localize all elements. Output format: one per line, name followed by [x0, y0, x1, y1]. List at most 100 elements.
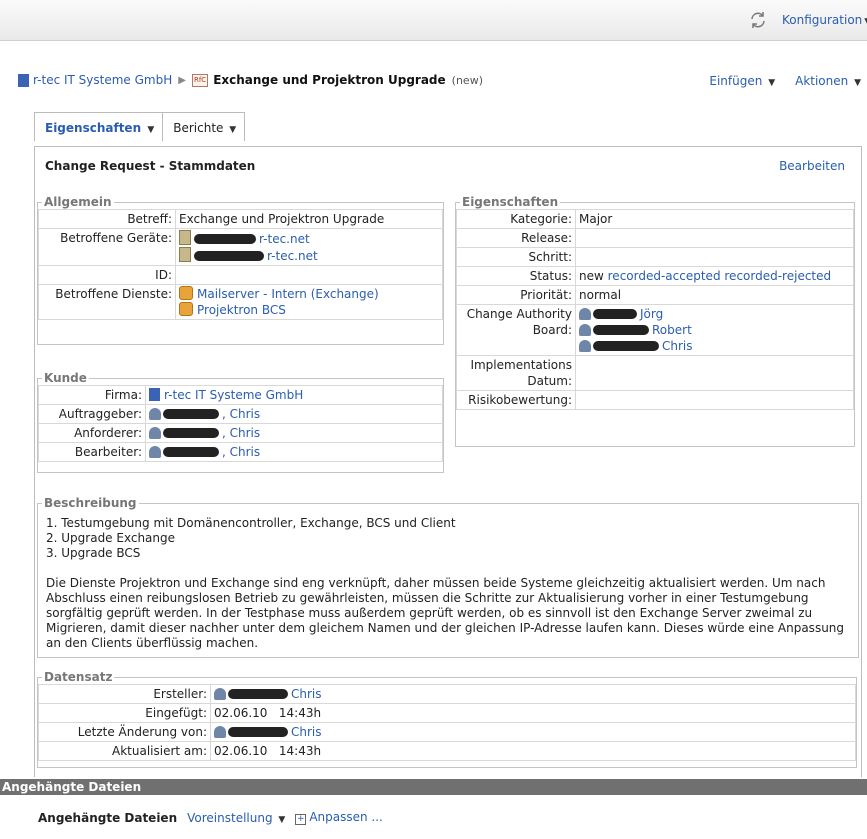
customize-button[interactable]: + Anpassen ... — [295, 810, 383, 825]
list-item: 3. Upgrade BCS — [46, 546, 141, 560]
table-row: Change Authority Board: Jörg Robert Chri… — [456, 304, 854, 356]
table-row: Anforderer: , Chris — [38, 423, 443, 443]
chevron-down-icon: ▼ — [768, 78, 776, 88]
device-link[interactable]: r-tec.net — [267, 249, 318, 263]
table-row: ID: — [38, 265, 443, 285]
table-row: Eingefügt: 02.06.10 14:43h — [38, 703, 856, 723]
rfc-icon: RfC — [191, 73, 209, 87]
person-link[interactable]: , Chris — [222, 426, 260, 440]
firma-label: Firma: — [38, 385, 146, 405]
person-link[interactable]: , Chris — [222, 445, 260, 459]
list-item: 2. Upgrade Exchange — [46, 531, 176, 545]
eigenschaften-section: Eigenschaften Kategorie: Major Release: … — [455, 195, 855, 447]
anforderer-label: Anforderer: — [38, 423, 146, 443]
schritt-value — [575, 247, 854, 267]
prioritaet-value: normal — [575, 285, 854, 305]
firma-link[interactable]: r-tec IT Systeme GmbH — [164, 388, 303, 402]
chevron-down-icon: ▼ — [147, 125, 155, 135]
table-row: Kategorie: Major — [456, 209, 854, 229]
release-value — [575, 228, 854, 248]
tab-eigenschaften[interactable]: Eigenschaften ▼ — [34, 112, 164, 141]
attachments-toolbar: Angehängte Dateien Voreinstellung ▼ + Anp… — [38, 810, 383, 825]
letzte-label: Letzte Änderung von: — [38, 722, 211, 742]
redacted-name — [163, 447, 219, 457]
actions-menu[interactable]: Aktionen ▼ — [795, 74, 861, 88]
person-link[interactable]: Chris — [291, 687, 322, 701]
redacted-name — [163, 409, 219, 419]
redacted-name — [194, 234, 256, 244]
bearbeiter-label: Bearbeiter: — [38, 442, 146, 462]
stammdaten-panel: Change Request - Stammdaten Bearbeiten A… — [34, 146, 862, 777]
id-label: ID: — [38, 265, 176, 285]
konfiguration-menu[interactable]: Konfiguration▼ — [782, 13, 867, 27]
risiko-label: Risikobewertung: — [456, 390, 576, 410]
list-item: 1. Testumgebung mit Domänencontroller, E… — [46, 516, 456, 530]
device-icon — [179, 230, 191, 245]
eigenschaften-legend: Eigenschaften — [462, 195, 559, 209]
breadcrumb-separator-icon: ▶ — [178, 74, 186, 86]
person-link[interactable]: Chris — [662, 339, 693, 353]
aktualisiert-label: Aktualisiert am: — [38, 741, 211, 761]
table-row: Risikobewertung: — [456, 390, 854, 410]
service-icon — [179, 286, 193, 300]
breadcrumb: r-tec IT Systeme GmbH ▶ RfC Exchange und… — [18, 70, 483, 90]
preset-menu[interactable]: Voreinstellung ▼ — [187, 811, 285, 825]
chevron-down-icon: ▼ — [229, 125, 237, 135]
insert-menu[interactable]: Einfügen ▼ — [709, 74, 775, 88]
datensatz-section: Datensatz Ersteller: Chris Eingefügt: 02… — [37, 670, 857, 768]
device-link[interactable]: r-tec.net — [259, 232, 310, 246]
person-icon — [149, 446, 161, 458]
refresh-icon[interactable] — [748, 10, 768, 30]
table-row: Status: new recorded-accepted recorded-r… — [456, 266, 854, 286]
chevron-down-icon: ▼ — [278, 814, 286, 825]
tab-berichte[interactable]: Berichte ▼ — [163, 112, 246, 141]
table-row: Letzte Änderung von: Chris — [38, 722, 856, 742]
redacted-name — [163, 428, 219, 438]
person-icon — [214, 688, 226, 700]
table-row: Auftraggeber: , Chris — [38, 404, 443, 424]
table-row: Priorität: normal — [456, 285, 854, 305]
description-paragraph: Die Dienste Projektron und Exchange sind… — [46, 576, 845, 650]
person-link[interactable]: , Chris — [222, 407, 260, 421]
redacted-name — [228, 727, 288, 737]
eingefuegt-label: Eingefügt: — [38, 703, 211, 723]
description-text: 1. Testumgebung mit Domänencontroller, E… — [38, 510, 858, 657]
breadcrumb-company[interactable]: r-tec IT Systeme GmbH — [33, 73, 172, 87]
attachments-section-bar: Angehängte Dateien — [0, 779, 867, 795]
top-toolbar: Konfiguration▼ — [0, 0, 867, 41]
table-row: Bearbeiter: , Chris — [38, 442, 443, 462]
edit-button[interactable]: Bearbeiten — [779, 159, 845, 173]
kategorie-value: Major — [575, 209, 854, 229]
impl-value — [575, 355, 854, 391]
table-row: Betroffene Dienste: Mailserver - Intern … — [38, 284, 443, 320]
person-icon — [214, 726, 226, 738]
person-icon — [579, 308, 591, 320]
dienste-label: Betroffene Dienste: — [38, 284, 176, 320]
person-link[interactable]: Chris — [291, 725, 322, 739]
service-link[interactable]: Projektron BCS — [197, 303, 286, 317]
status-label: Status: — [456, 266, 576, 286]
beschreibung-section: Beschreibung 1. Testumgebung mit Domänen… — [37, 496, 859, 658]
betreff-label: Betreff: — [38, 209, 176, 229]
table-row: Aktualisiert am: 02.06.10 14:43h — [38, 741, 856, 761]
table-row: Release: — [456, 228, 854, 248]
attachments-title: Angehängte Dateien — [38, 810, 178, 825]
person-icon — [149, 427, 161, 439]
status-option-link[interactable]: recorded-accepted — [608, 269, 721, 283]
status-option-link[interactable]: recorded-rejected — [724, 269, 831, 283]
betreff-value: Exchange und Projektron Upgrade — [175, 209, 443, 229]
risiko-value — [575, 390, 854, 410]
service-link[interactable]: Mailserver - Intern (Exchange) — [197, 287, 379, 301]
status-badge: (new) — [451, 73, 483, 87]
plus-box-icon: + — [295, 814, 307, 825]
allgemein-section: Allgemein Betreff: Exchange und Projektr… — [37, 195, 444, 345]
person-link[interactable]: Jörg — [640, 307, 663, 321]
table-row: Implementations Datum: — [456, 355, 854, 391]
kunde-legend: Kunde — [44, 371, 87, 385]
table-row: Schritt: — [456, 247, 854, 267]
person-link[interactable]: Robert — [652, 323, 692, 337]
eingefuegt-value: 02.06.10 14:43h — [210, 703, 856, 723]
release-label: Release: — [456, 228, 576, 248]
panel-title: Change Request - Stammdaten — [45, 159, 256, 173]
building-icon — [18, 73, 29, 87]
